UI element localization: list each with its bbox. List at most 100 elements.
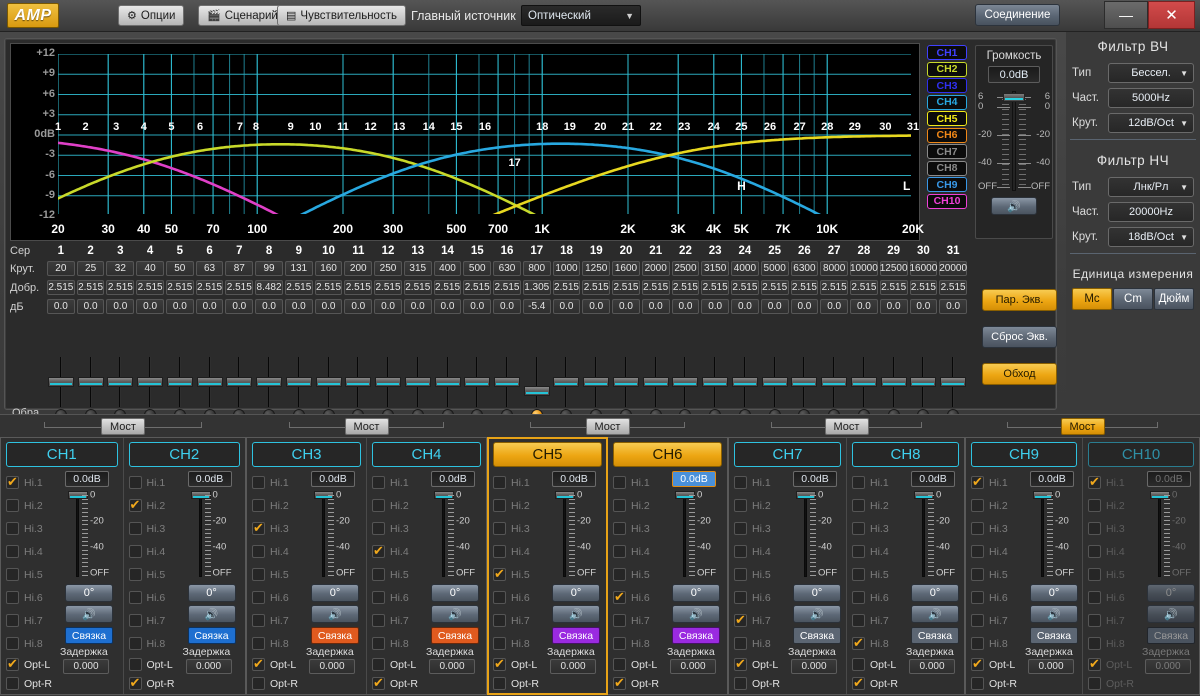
crossover-slot-row[interactable]: Hi.4 [252,540,304,563]
crossover-slot-row[interactable]: Hi.4 [1088,540,1140,563]
mute-button[interactable]: 🔊 [991,197,1037,215]
checkbox-hi6[interactable] [128,591,142,604]
channel-fader[interactable]: 0 -20 -40 OFF [424,489,481,581]
eq-gain-cell[interactable]: 0.0 [701,299,730,314]
eq-q-cell[interactable]: 1.305 [522,280,551,295]
link-button[interactable]: Связка [1030,627,1078,644]
checkbox-hi2[interactable] [1088,499,1101,512]
eq-bands-cell[interactable]: 8 [255,243,283,259]
checkbox-hi1[interactable] [493,476,506,489]
eq-freq-cell[interactable]: 1600 [612,261,640,276]
eq-fader[interactable] [672,357,699,421]
legend-chip-ch10[interactable]: CH10 [927,193,967,209]
input-source-row[interactable]: Opt-L [372,655,424,674]
graph-band-number[interactable]: 1 [55,121,61,133]
crossover-slot-row[interactable]: Hi.5 [252,563,304,586]
channel-fader[interactable]: 0 -20 -40 OFF [181,489,241,581]
crossover-slot-row[interactable]: Hi.7 [613,609,665,632]
sensitivity-button[interactable]: ▤ Чувствительность [277,5,406,26]
crossover-slot-row[interactable]: Hi.2 [1088,494,1140,517]
crossover-slot-row[interactable]: Hi.6 [493,586,545,609]
eq-bands-cell[interactable]: 3 [106,243,134,259]
eq-gain-cell[interactable]: 0.0 [106,299,135,314]
crossover-slot-row[interactable]: Hi.4 [734,540,786,563]
checkbox-hi7[interactable] [252,614,265,627]
checkbox-opt-l[interactable] [6,655,19,673]
channel-header-ch9[interactable]: CH9 [971,442,1077,467]
crossover-slot-row[interactable]: Hi.8 [1088,632,1140,655]
fader-knob[interactable] [226,377,253,387]
eq-fader[interactable] [196,357,223,421]
main-source-select[interactable]: Оптический ▼ [521,5,641,26]
channel-strip-ch8[interactable]: CH8 Hi.1 Hi.2 Hi.3 Hi.4 Hi.5 Hi.6 Hi.7 Hi.8 Opt-L… [846,438,964,694]
input-source-row[interactable]: Opt-R [493,674,545,693]
fader-knob[interactable] [523,385,550,396]
checkbox-hi7[interactable] [493,614,506,627]
checkbox-opt-r[interactable] [852,674,865,692]
eq-q-cell[interactable]: 2.515 [225,280,254,295]
crossover-slot-row[interactable]: Hi.3 [852,517,904,540]
crossover-slot-row[interactable]: Hi.7 [128,609,181,632]
crossover-slot-row[interactable]: Hi.4 [6,540,58,563]
checkbox-hi6[interactable] [6,591,19,604]
fader-knob[interactable] [583,377,610,387]
eq-bands-cell[interactable]: 4 [136,243,164,259]
checkbox-hi4[interactable] [252,545,265,558]
checkbox-hi3[interactable] [252,519,265,537]
eq-bands-cell[interactable]: 15 [463,243,491,259]
delay-value[interactable]: 0.000 [550,659,596,674]
eq-gain-cell[interactable]: 0.0 [939,299,967,314]
crossover-slot-row[interactable]: Hi.6 [734,586,786,609]
eq-freq-cell[interactable]: 8000 [820,261,849,276]
crossover-slot-row[interactable]: Hi.2 [128,494,181,517]
crossover-slot-row[interactable]: Hi.7 [493,609,545,632]
checkbox-hi6[interactable] [613,588,626,606]
checkbox-hi5[interactable] [372,568,385,581]
volume-fader[interactable]: 6 6 0 0 -20 -20 -40 -40 OFF OFF [976,87,1052,195]
input-source-row[interactable]: Opt-R [734,674,786,693]
checkbox-opt-l[interactable] [613,658,626,671]
delay-value[interactable]: 0.000 [1028,659,1074,674]
crossover-slot-row[interactable]: Hi.3 [734,517,786,540]
eq-bands-cell[interactable]: 28 [850,243,878,259]
eq-freq-cell[interactable]: 500 [463,261,492,276]
fader-knob[interactable] [166,377,193,387]
eq-fader[interactable] [166,357,193,421]
crossover-slot-row[interactable]: Hi.1 [252,471,304,494]
eq-gain-cell[interactable]: 0.0 [909,299,938,314]
eq-q-cell[interactable]: 2.515 [374,280,402,295]
input-source-row[interactable]: Opt-R [372,674,424,693]
crossover-slot-row[interactable]: Hi.6 [852,586,904,609]
eq-bands-cell[interactable]: 14 [434,243,462,259]
eq-bands-cell[interactable]: 1 [47,243,75,259]
eq-fader[interactable] [77,357,104,421]
checkbox-hi7[interactable] [372,614,385,627]
link-button[interactable]: Связка [793,627,841,644]
eq-fader[interactable] [850,357,877,421]
eq-bands-cell[interactable]: 6 [196,243,224,259]
eq-bands-cell[interactable]: 2 [77,243,105,259]
phase-button[interactable]: 0° [431,584,479,602]
eq-freq-cell[interactable]: 200 [344,261,373,276]
checkbox-hi5[interactable] [493,565,506,583]
checkbox-hi6[interactable] [493,591,506,604]
eq-gain-cell[interactable]: -5.4 [522,299,551,314]
eq-gain-cell[interactable]: 0.0 [255,299,283,314]
phase-button[interactable]: 0° [793,584,841,602]
crossover-slot-row[interactable]: Hi.8 [852,632,904,655]
eq-q-cell[interactable]: 2.515 [879,280,908,295]
crossover-slot-row[interactable]: Hi.5 [6,563,58,586]
eq-freq-cell[interactable]: 20 [47,261,75,276]
checkbox-hi7[interactable] [613,614,626,627]
eq-freq-cell[interactable]: 99 [255,261,283,276]
eq-fader[interactable] [226,357,253,421]
checkbox-opt-r[interactable] [971,677,984,690]
input-source-row[interactable]: Opt-R [852,674,904,693]
checkbox-hi4[interactable] [1088,545,1101,558]
crossover-slot-row[interactable]: Hi.8 [128,632,181,655]
eq-bands-cell[interactable]: 11 [344,243,372,259]
eq-bands-cell[interactable]: 9 [285,243,313,259]
eq-bands-cell[interactable]: 30 [910,243,938,259]
graph-band-number[interactable]: 31 [907,121,919,133]
crossover-slot-row[interactable]: Hi.7 [252,609,304,632]
